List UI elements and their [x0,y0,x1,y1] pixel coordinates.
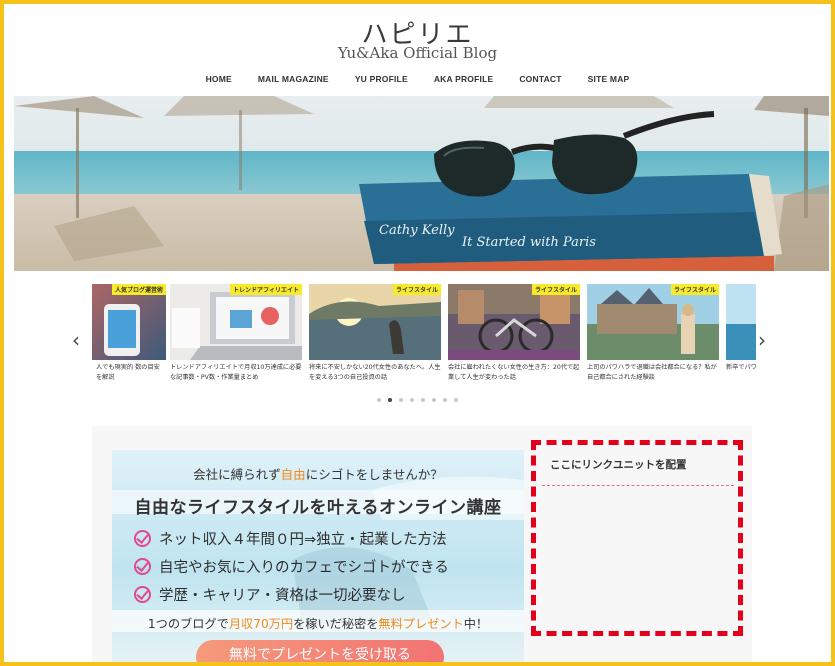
carousel-slide[interactable]: ライフスタイル 上司のパワハラで退職は会社都合になる？私が自己都合にされた経験談 [587,284,719,384]
carousel-dot[interactable] [432,398,436,402]
banner-headline-post: にシゴトをしませんか？ [305,467,443,482]
carousel-dot[interactable] [443,398,447,402]
slide-caption: 人でも現実的 数の目安を解説 [96,364,160,381]
banner-point-text: 学歴・キャリア・資格は一切必要なし [159,588,406,604]
carousel-dot[interactable] [421,398,425,402]
slide-category-tag: ライフスタイル [531,284,580,295]
nav-yu-profile[interactable]: YU PROFILE [355,74,408,96]
present-post: 中！ [463,617,489,631]
check-circle-icon [134,586,151,603]
slide-caption: トレンドアフィリエイトで月収10万達成に必要な記事数・PV数・作業量まとめ [170,364,302,381]
slide-thumbnail: 人気ブログ運営術 [92,284,166,360]
slide-thumbnail [726,284,756,360]
banner-present-text: 1つのブログで月収70万円を稼いだ秘密を無料プレゼント中！ [112,614,524,632]
slide-caption: 上司のパワハラで退職は会社都合になる？私が自己都合にされた経験談 [587,364,717,381]
book-title-text: It Started with Paris [461,235,596,250]
slide-caption: 新卒でパワハラ 退職した私が新 [726,364,756,371]
course-banner[interactable]: 会社に縛られず自由にシゴトをしませんか？ 自由なライフスタイルを叶えるオンライン… [112,450,524,662]
nav-site-map[interactable]: SITE MAP [588,74,630,96]
carousel-next-button[interactable]: › [758,328,766,352]
nav-mail-magazine[interactable]: MAIL MAGAZINE [258,74,329,96]
page-frame: ハピリエ Yu&Aka Official Blog HOME MAIL MAGA… [0,0,835,666]
banner-point-text: ネット収入４年間０円⇒独立・起業した方法 [159,532,447,548]
hero-image: Cathy Kelly It Started with Paris [14,96,829,271]
carousel-dot-active[interactable] [388,398,392,402]
widget-divider [542,485,734,486]
slide-thumbnail: ライフスタイル [309,284,441,360]
slide-category-tag: ライフスタイル [392,284,441,295]
check-circle-icon [134,530,151,547]
slide-caption: 会社に雇われたくない女性の生き方：20代で起業して人生が変わった話 [448,364,580,381]
present-mid: を稼いだ秘密を [293,617,379,631]
present-highlight-free: 無料プレゼント [378,617,464,631]
slide-category-tag: トレンドアフィリエイト [230,284,302,295]
banner-point: 自宅やお気に入りのカフェでシゴトができる [134,556,449,577]
banner-headline-highlight: 自由 [280,467,306,482]
slide-category-tag: ライフスタイル [670,284,719,295]
carousel-slide[interactable]: 人気ブログ運営術 人でも現実的 数の目安を解説 [92,284,166,384]
slide-thumbnail: ライフスタイル [587,284,719,360]
carousel-slide[interactable]: ライフスタイル 将来に不安しかない20代女性のあなたへ。人生を変える3つの自己投… [309,284,441,384]
carousel-dot[interactable] [377,398,381,402]
link-unit-placeholder: ここにリンクユニットを配置 [531,440,743,636]
banner-point: ネット収入４年間０円⇒独立・起業した方法 [134,528,447,549]
site-subtitle[interactable]: Yu&Aka Official Blog [4,44,831,62]
check-circle-icon [134,558,151,575]
slide-thumbnail: ライフスタイル [448,284,580,360]
widget-title: ここにリンクユニットを配置 [550,459,687,471]
slide-category-tag: 人気ブログ運営術 [111,284,166,295]
banner-title: 自由なライフスタイルを叶えるオンライン講座 [134,498,502,518]
nav-contact[interactable]: CONTACT [519,74,561,96]
carousel-dot[interactable] [454,398,458,402]
carousel-dots [4,398,831,402]
present-pre: 1つのブログで [147,617,229,631]
carousel-slide[interactable]: 新卒でパワハラ 退職した私が新 [726,284,756,384]
carousel-slide[interactable]: トレンドアフィリエイト トレンドアフィリエイトで月収10万達成に必要な記事数・P… [170,284,302,384]
present-highlight-income: 月収70万円 [228,617,294,631]
carousel-dot[interactable] [399,398,403,402]
post-carousel: ‹ 人気ブログ運営術 人でも現実的 数の目安を解説 トレンドアフィリエイト トレ… [14,280,829,400]
carousel-prev-button[interactable]: ‹ [72,328,80,352]
carousel-track: 人気ブログ運営術 人でも現実的 数の目安を解説 トレンドアフィリエイト トレンド… [92,284,756,384]
carousel-slide[interactable]: ライフスタイル 会社に雇われたくない女性の生き方：20代で起業して人生が変わった… [448,284,580,384]
receive-present-button[interactable]: 無料でプレゼントを受け取る [196,640,444,662]
book-author-text: Cathy Kelly [379,223,455,238]
banner-point: 学歴・キャリア・資格は一切必要なし [134,584,406,605]
banner-point-text: 自宅やお気に入りのカフェでシゴトができる [159,560,449,576]
slide-caption: 将来に不安しかない20代女性のあなたへ。人生を変える3つの自己投資の話 [309,364,441,381]
nav-home[interactable]: HOME [206,74,232,96]
banner-headline: 会社に縛られず自由にシゴトをしませんか？ [112,464,524,483]
slide-thumbnail: トレンドアフィリエイト [170,284,302,360]
banner-headline-pre: 会社に縛られず [193,467,281,482]
nav-aka-profile[interactable]: AKA PROFILE [434,74,494,96]
carousel-dot[interactable] [410,398,414,402]
main-nav: HOME MAIL MAGAZINE YU PROFILE AKA PROFIL… [4,74,831,96]
